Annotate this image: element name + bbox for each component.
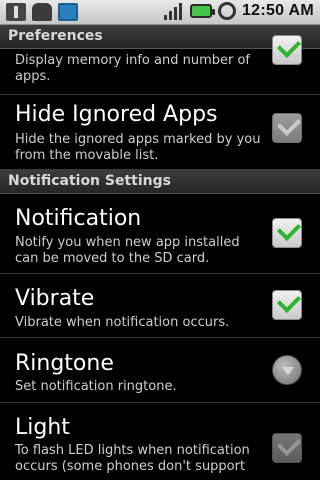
pref-row-memory-info[interactable]: Display memory info and number of apps. (0, 33, 320, 95)
trash-icon (58, 3, 78, 21)
check-mark-icon (276, 111, 302, 137)
section-header-label: Preferences (8, 28, 103, 44)
pref-row-ringtone[interactable]: Ringtone Set notification ringtone. (0, 338, 320, 403)
pref-summary: To flash LED lights when notification oc… (15, 443, 250, 474)
pref-checkbox[interactable] (272, 33, 302, 65)
check-mark-icon (276, 288, 302, 314)
pref-row-hide-ignored-apps[interactable]: Hide Ignored Apps Hide the ignored apps … (0, 95, 320, 170)
notification-checkbox[interactable] (272, 216, 302, 248)
pref-summary: Display memory info and number of apps. (15, 53, 251, 84)
pref-summary: Notify you when new app installed can be… (15, 235, 240, 266)
status-bar: 12:50 AM (0, 0, 320, 25)
check-mark-icon (276, 33, 302, 59)
check-mark-icon (276, 216, 302, 242)
vibrate-checkbox[interactable] (272, 288, 302, 320)
hide-ignored-checkbox[interactable] (272, 111, 302, 143)
usb-icon (6, 3, 26, 21)
pref-title: Light (15, 415, 70, 440)
pref-summary: Vibrate when notification occurs. (15, 315, 230, 330)
pref-row-vibrate[interactable]: Vibrate Vibrate when notification occurs… (0, 274, 320, 338)
pref-title: Vibrate (15, 286, 95, 311)
battery-icon (189, 4, 215, 18)
pref-title: Hide Ignored Apps (15, 102, 218, 127)
status-bar-right: 12:50 AM (163, 2, 314, 20)
pref-row-notification[interactable]: Notification Notify you when new app ins… (0, 194, 320, 274)
pref-summary: Set notification ringtone. (15, 379, 177, 394)
status-time: 12:50 AM (241, 2, 314, 19)
pref-summary: Hide the ignored apps marked by you from… (15, 132, 261, 163)
alarm-icon (217, 2, 236, 20)
signal-icon (163, 2, 184, 20)
section-header-label: Notification Settings (8, 173, 171, 189)
pref-title: Ringtone (15, 351, 114, 376)
pref-title: Notification (15, 206, 142, 231)
status-bar-left (6, 3, 78, 21)
android-icon (32, 3, 52, 21)
section-header-notification-settings: Notification Settings (0, 170, 320, 194)
pref-row-light[interactable]: Light To flash LED lights when notificat… (0, 403, 320, 480)
ringtone-dropdown-icon[interactable] (272, 355, 302, 385)
check-mark-icon (276, 431, 302, 457)
light-checkbox[interactable] (272, 431, 302, 463)
